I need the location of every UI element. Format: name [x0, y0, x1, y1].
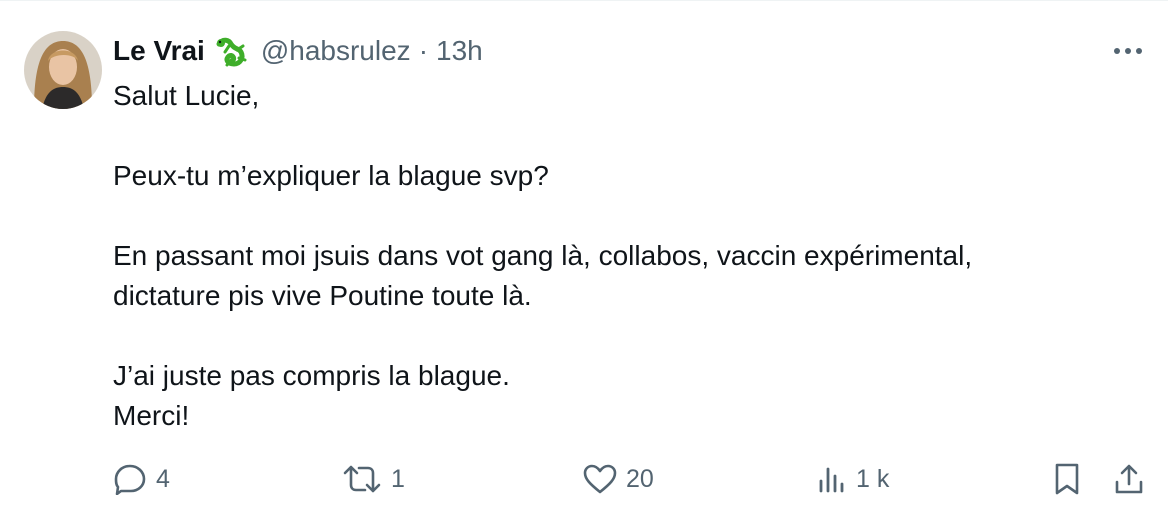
repost-count: 1 [391, 464, 405, 493]
display-name[interactable]: Le Vrai [113, 35, 205, 67]
tweet-line: dictature pis vive Poutine toute là. [113, 280, 532, 311]
share-button[interactable] [1113, 459, 1145, 499]
like-count: 20 [626, 464, 654, 493]
action-bar: 4 1 20 1 k [113, 459, 1148, 499]
more-options-button[interactable] [1110, 37, 1146, 65]
avatar-photo [24, 31, 102, 109]
timestamp[interactable]: 13h [436, 35, 483, 67]
share-icon [1115, 464, 1143, 494]
heart-icon [583, 464, 617, 494]
tweet-text: Salut Lucie, Peux-tu m’expliquer la blag… [113, 76, 1123, 436]
more-horizontal-icon [1114, 48, 1142, 54]
tweet-line: J’ai juste pas compris la blague. [113, 360, 510, 391]
tweet-card[interactable]: Le Vrai @habsrulez · 13h Salut Lucie, Pe… [0, 0, 1168, 520]
reply-count: 4 [156, 464, 170, 493]
tweet-line: Peux-tu m’expliquer la blague svp? [113, 160, 549, 191]
views-button[interactable]: 1 k [817, 459, 889, 499]
tweet-header: Le Vrai @habsrulez · 13h [113, 31, 483, 71]
tweet-line: En passant moi jsuis dans vot gang là, c… [113, 240, 973, 271]
bookmark-button[interactable] [1053, 459, 1081, 499]
tweet-line: Merci! [113, 400, 190, 431]
user-handle[interactable]: @habsrulez [261, 35, 411, 67]
reply-button[interactable]: 4 [113, 459, 170, 499]
like-button[interactable]: 20 [583, 459, 654, 499]
views-count: 1 k [856, 464, 890, 493]
tweet-line: Salut Lucie, [113, 80, 260, 111]
reply-icon [114, 464, 146, 495]
lizard-emoji-icon [215, 34, 251, 68]
bookmark-icon [1055, 463, 1079, 495]
repost-button[interactable]: 1 [342, 459, 405, 499]
views-chart-icon [819, 467, 844, 493]
repost-icon [343, 465, 381, 493]
avatar[interactable] [24, 31, 102, 109]
separator-dot: · [418, 35, 429, 66]
